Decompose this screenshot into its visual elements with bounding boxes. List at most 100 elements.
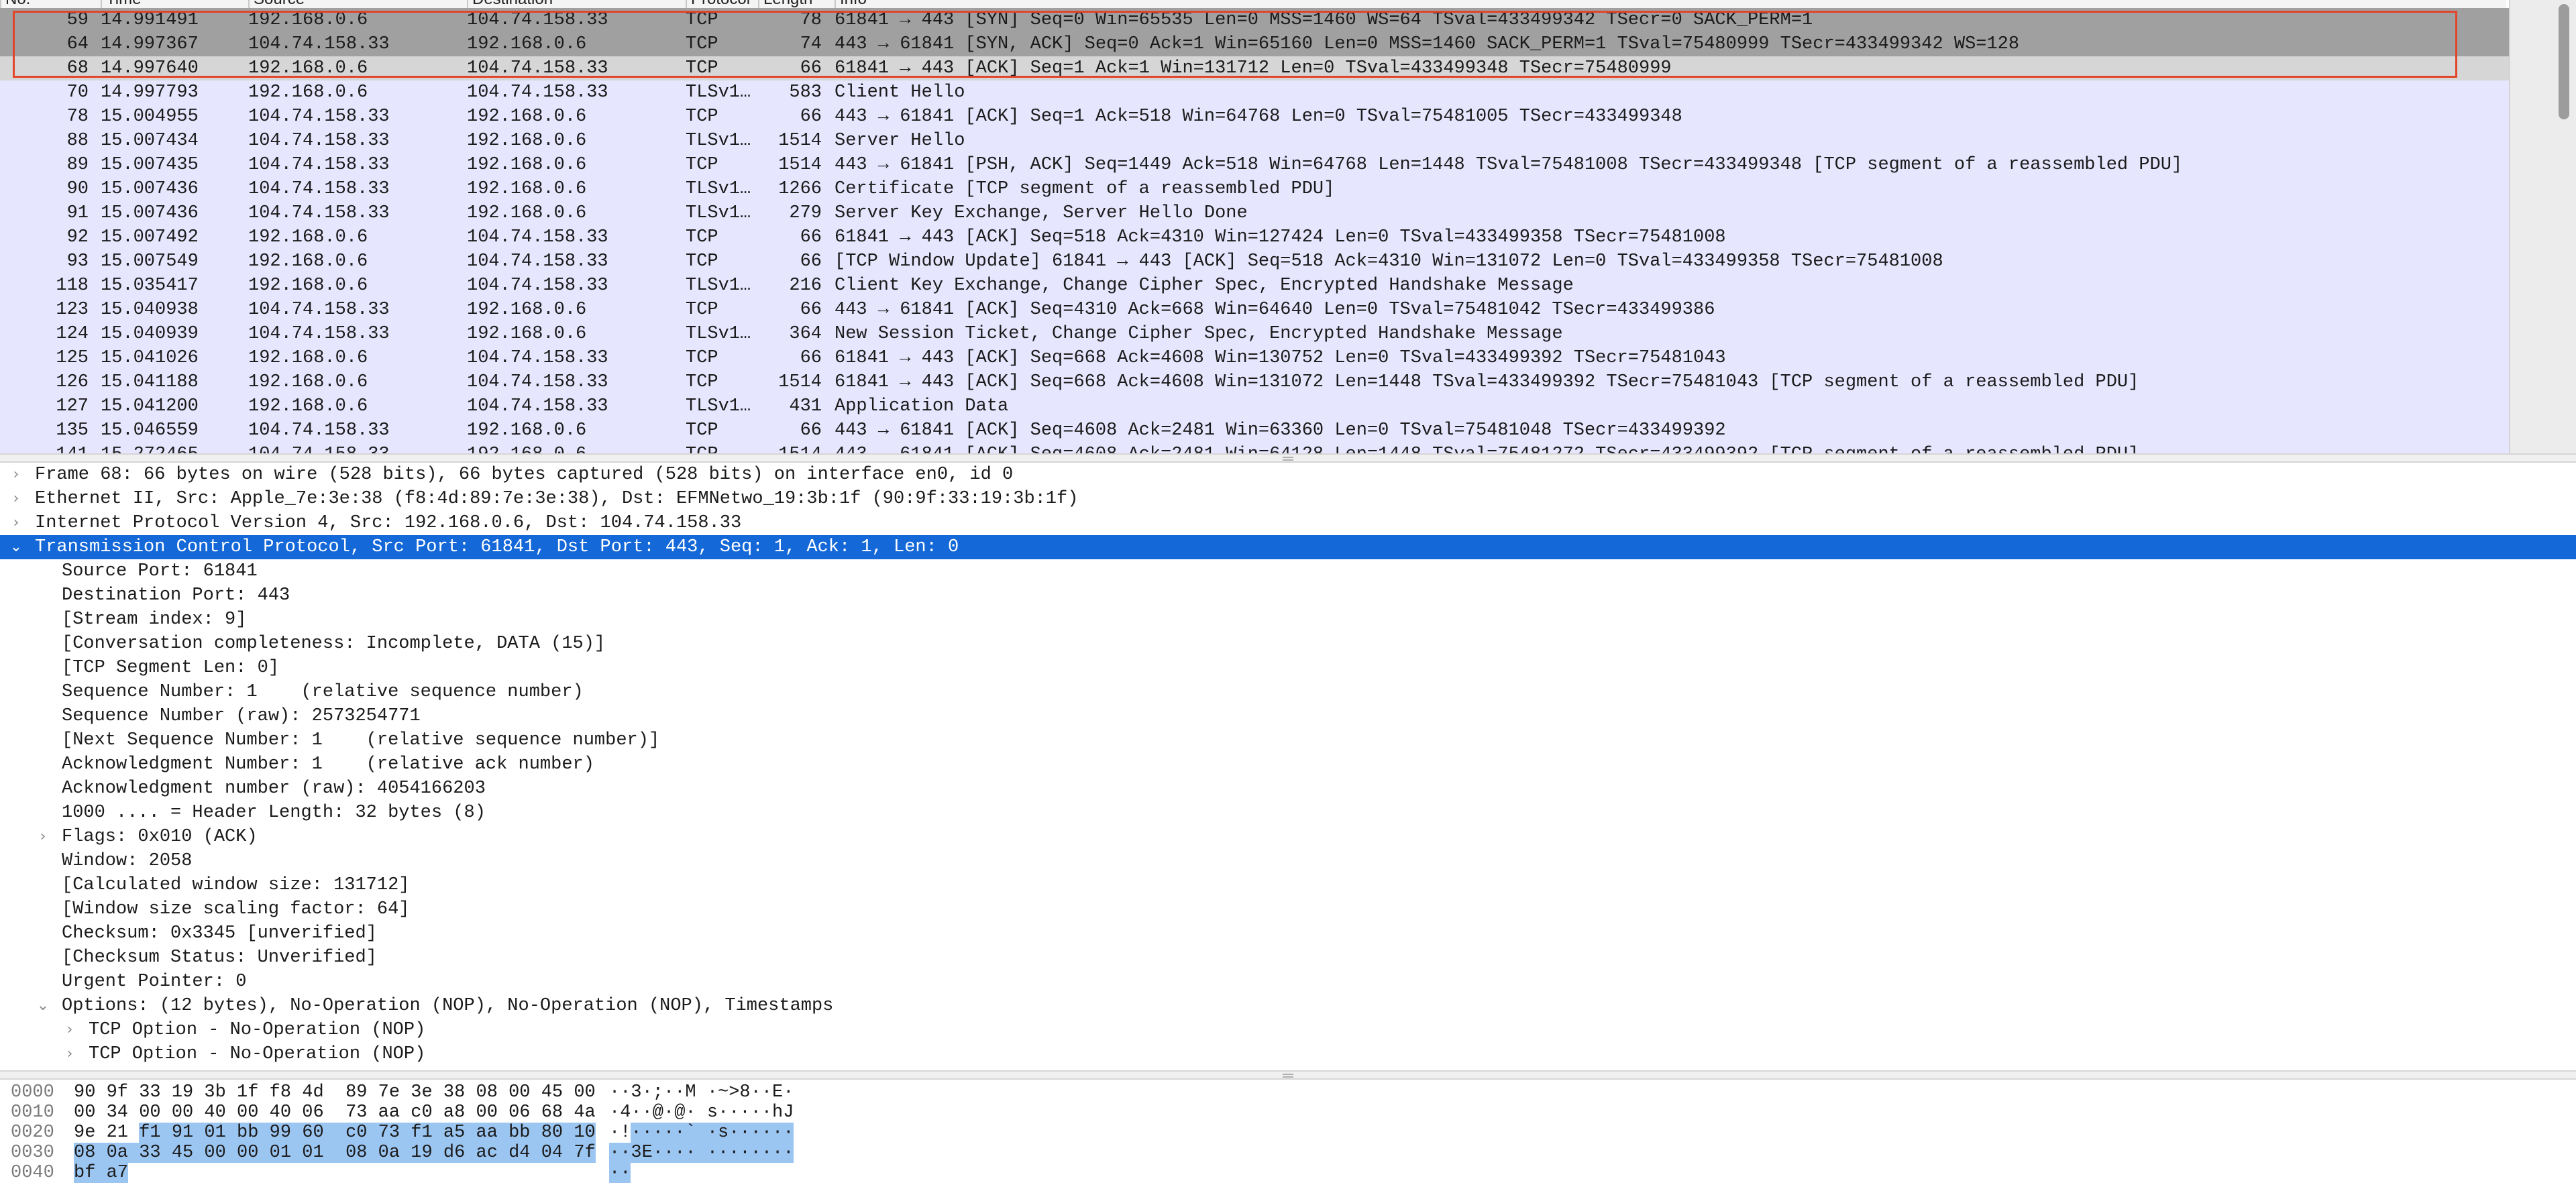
detail-row[interactable]: › TCP Option - No-Operation (NOP)	[0, 1042, 2576, 1066]
list-details-splitter[interactable]	[0, 453, 2576, 463]
packet-length: 66	[800, 420, 822, 441]
ascii-bytes[interactable]: ·!·····` ·s······	[609, 1123, 794, 1143]
packet-bytes-pane[interactable]: 0000 90 9f 33 19 3b 1f f8 4d 89 7e 3e 38 …	[0, 1080, 2576, 1191]
detail-row[interactable]: Window: 2058	[0, 849, 2576, 873]
packet-row[interactable]: 118 15.035417 192.168.0.6 104.74.158.33 TLSv…	[0, 274, 2509, 298]
column-header-time[interactable]: Time	[101, 0, 248, 8]
packet-row[interactable]: 126 15.041188 192.168.0.6 104.74.158.33 TCP 1…	[0, 370, 2509, 394]
details-bytes-splitter[interactable]	[0, 1070, 2576, 1080]
hex-row[interactable]: 0020 9e 21 f1 91 01 bb 99 60 c0 73 f1 a5 …	[0, 1123, 2576, 1143]
detail-row[interactable]: [Checksum Status: Unverified]	[0, 946, 2576, 970]
detail-row[interactable]: › Ethernet II, Src: Apple_7e:3e:38 (f8:4d…	[0, 487, 2576, 511]
hex-bytes[interactable]: 9e 21 f1 91 01 bb 99 60 c0 73 f1 a5 aa b…	[74, 1123, 596, 1143]
packet-number: 93	[66, 251, 89, 272]
column-header-protocol[interactable]: Protocol	[686, 0, 758, 8]
packet-row[interactable]: 91 15.007436 104.74.158.33 192.168.0.6 TLSv1…	[0, 201, 2509, 225]
packet-row[interactable]: 92 15.007492 192.168.0.6 104.74.158.33 TCP 66…	[0, 225, 2509, 249]
packet-time: 15.040939	[101, 324, 199, 344]
packet-length: 66	[800, 227, 822, 247]
detail-row[interactable]: Destination Port: 443	[0, 583, 2576, 608]
detail-row[interactable]: Acknowledgment Number: 1 (relative ack n…	[0, 752, 2576, 777]
column-header-source[interactable]: Source	[248, 0, 467, 8]
packet-source: 192.168.0.6	[248, 251, 368, 272]
detail-row[interactable]: › Frame 68: 66 bytes on wire (528 bits), …	[0, 463, 2576, 487]
detail-row[interactable]: 1000 .... = Header Length: 32 bytes (8)	[0, 801, 2576, 825]
chevron-right-icon[interactable]: ›	[63, 1042, 76, 1066]
packet-source: 104.74.158.33	[248, 34, 390, 54]
chevron-right-icon[interactable]: ›	[9, 463, 23, 487]
chevron-down-icon[interactable]: ⌄	[9, 535, 23, 559]
packet-row[interactable]: 89 15.007435 104.74.158.33 192.168.0.6 TCP 15…	[0, 153, 2509, 177]
packet-list-scroll-thumb[interactable]	[2559, 4, 2569, 119]
hex-bytes[interactable]: 08 0a 33 45 00 00 01 01 08 0a 19 d6 ac d…	[74, 1143, 596, 1163]
column-header-destination[interactable]: Destination	[467, 0, 686, 8]
ascii-bytes[interactable]: ··3·;··M ·~>8··E·	[609, 1082, 794, 1102]
packet-row[interactable]: 68 14.997640 192.168.0.6 104.74.158.33 TCP 66…	[0, 56, 2509, 80]
hex-row[interactable]: 0010 00 34 00 00 40 00 40 06 73 aa c0 a8 …	[0, 1102, 2576, 1123]
ascii-bytes[interactable]: ·4··@·@· s·····hJ	[609, 1102, 794, 1123]
ascii-bytes[interactable]: ··	[609, 1163, 631, 1183]
packet-row[interactable]: 90 15.007436 104.74.158.33 192.168.0.6 TLSv1…	[0, 177, 2509, 201]
hex-row[interactable]: 0040 bf a7 ··	[0, 1163, 2576, 1183]
packet-info: 443 → 61841 [ACK] Seq=4608 Ack=2481 Win=…	[835, 443, 2505, 453]
detail-row[interactable]: › TCP Option - No-Operation (NOP)	[0, 1018, 2576, 1042]
packet-info: Client Key Exchange, Change Cipher Spec,…	[835, 276, 1574, 296]
packet-list-pane[interactable]: No.TimeSourceDestinationProtocolLengthIn…	[0, 0, 2576, 453]
packet-row[interactable]: 127 15.041200 192.168.0.6 104.74.158.33 TLSv…	[0, 394, 2509, 418]
hex-row[interactable]: 0030 08 0a 33 45 00 00 01 01 08 0a 19 d6 …	[0, 1143, 2576, 1163]
packet-row[interactable]: 70 14.997793 192.168.0.6 104.74.158.33 TLSv1…	[0, 80, 2509, 105]
packet-time: 15.007436	[101, 179, 199, 199]
hex-bytes[interactable]: bf a7	[74, 1163, 129, 1183]
detail-row[interactable]: ⌄ Transmission Control Protocol, Src Port…	[0, 535, 2576, 559]
packet-row[interactable]: 93 15.007549 192.168.0.6 104.74.158.33 TCP 66…	[0, 249, 2509, 274]
packet-time: 15.041026	[101, 348, 199, 368]
packet-row[interactable]: 123 15.040938 104.74.158.33 192.168.0.6 TCP 6…	[0, 298, 2509, 322]
detail-row[interactable]: Checksum: 0x3345 [unverified]	[0, 921, 2576, 946]
column-header-info[interactable]: Info	[835, 0, 2506, 8]
chevron-right-icon[interactable]: ›	[9, 511, 23, 535]
detail-row[interactable]: [Stream index: 9]	[0, 608, 2576, 632]
packet-destination: 192.168.0.6	[467, 324, 587, 344]
chevron-right-icon[interactable]: ›	[36, 825, 50, 849]
ascii-bytes[interactable]: ··3E···· ········	[609, 1143, 794, 1163]
detail-row[interactable]: Sequence Number: 1 (relative sequence nu…	[0, 680, 2576, 704]
chevron-down-icon[interactable]: ⌄	[36, 994, 50, 1018]
detail-row[interactable]: [Calculated window size: 131712]	[0, 873, 2576, 897]
packet-destination: 192.168.0.6	[467, 34, 587, 54]
detail-row[interactable]: Acknowledgment number (raw): 4054166203	[0, 777, 2576, 801]
packet-source: 104.74.158.33	[248, 300, 390, 320]
detail-row[interactable]: Sequence Number (raw): 2573254771	[0, 704, 2576, 728]
packet-protocol: TCP	[686, 251, 718, 272]
detail-text: Options: (12 bytes), No-Operation (NOP),…	[62, 996, 834, 1016]
packet-number: 127	[56, 396, 89, 416]
detail-row[interactable]: Source Port: 61841	[0, 559, 2576, 583]
detail-row[interactable]: [Next Sequence Number: 1 (relative seque…	[0, 728, 2576, 752]
packet-number: 70	[66, 82, 89, 103]
chevron-right-icon[interactable]: ›	[9, 487, 23, 511]
packet-row[interactable]: 64 14.997367 104.74.158.33 192.168.0.6 TCP 74…	[0, 32, 2509, 56]
hex-bytes[interactable]: 90 9f 33 19 3b 1f f8 4d 89 7e 3e 38 08 0…	[74, 1082, 596, 1102]
packet-row[interactable]: 59 14.991491 192.168.0.6 104.74.158.33 TCP 78…	[0, 8, 2509, 32]
packet-row[interactable]: 88 15.007434 104.74.158.33 192.168.0.6 TLSv1…	[0, 129, 2509, 153]
column-header-no[interactable]: No.	[0, 0, 101, 8]
hex-bytes[interactable]: 00 34 00 00 40 00 40 06 73 aa c0 a8 00 0…	[74, 1102, 596, 1123]
hex-row[interactable]: 0000 90 9f 33 19 3b 1f f8 4d 89 7e 3e 38 …	[0, 1082, 2576, 1102]
detail-row[interactable]: ⌄ Options: (12 bytes), No-Operation (NOP)…	[0, 994, 2576, 1018]
detail-row[interactable]: [Window size scaling factor: 64]	[0, 897, 2576, 921]
detail-row[interactable]: [Conversation completeness: Incomplete, …	[0, 632, 2576, 656]
packet-time: 15.007549	[101, 251, 199, 272]
packet-protocol: TLSv1…	[686, 179, 751, 199]
chevron-right-icon[interactable]: ›	[63, 1018, 76, 1042]
packet-row[interactable]: 78 15.004955 104.74.158.33 192.168.0.6 TCP 66…	[0, 105, 2509, 129]
packet-time: 15.007435	[101, 155, 199, 175]
detail-row[interactable]: › Internet Protocol Version 4, Src: 192.1…	[0, 511, 2576, 535]
packet-row[interactable]: 125 15.041026 192.168.0.6 104.74.158.33 TCP 6…	[0, 346, 2509, 370]
detail-row[interactable]: [TCP Segment Len: 0]	[0, 656, 2576, 680]
packet-row[interactable]: 141 15.272465 104.74.158.33 192.168.0.6 TCP1…	[0, 443, 2509, 453]
detail-row[interactable]: Urgent Pointer: 0	[0, 970, 2576, 994]
column-header-length[interactable]: Length	[758, 0, 835, 8]
packet-row[interactable]: 135 15.046559 104.74.158.33 192.168.0.6 TCP 6…	[0, 418, 2509, 443]
packet-details-pane[interactable]: › Frame 68: 66 bytes on wire (528 bits), …	[0, 463, 2576, 1070]
packet-row[interactable]: 124 15.040939 104.74.158.33 192.168.0.6 TLSv…	[0, 322, 2509, 346]
detail-row[interactable]: › Flags: 0x010 (ACK)	[0, 825, 2576, 849]
